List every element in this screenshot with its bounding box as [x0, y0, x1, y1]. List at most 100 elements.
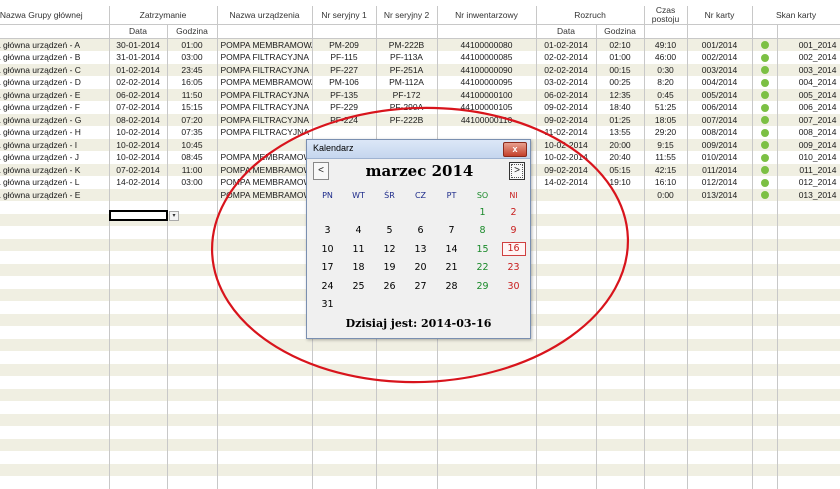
cell-scan[interactable]: 005_2014 [777, 88, 840, 101]
cell-scan[interactable] [777, 338, 840, 351]
cell-stop_time[interactable]: 03:00 [167, 176, 218, 189]
cell-start_time[interactable]: 00:15 [596, 63, 645, 76]
cell-card[interactable] [687, 288, 753, 301]
cell-start_date[interactable] [536, 376, 597, 389]
calendar-day[interactable]: 5 [374, 222, 405, 241]
cell-sn2[interactable] [376, 376, 438, 389]
cell-sn2[interactable]: PF-290A [376, 101, 438, 114]
cell-start_time[interactable] [596, 451, 645, 464]
calendar-day[interactable]: 27 [405, 277, 436, 296]
cell-card[interactable]: 010/2014 [687, 151, 753, 164]
cell-device[interactable] [217, 238, 313, 251]
cell-group[interactable]: Grupa główna urządzeń - E [0, 188, 110, 201]
col-header-stop-time[interactable]: Godzina [167, 24, 218, 39]
cell-sn1[interactable]: PM-209 [312, 38, 377, 51]
cell-start_time[interactable] [596, 351, 645, 364]
cell-device[interactable] [217, 251, 313, 264]
cell-stop_date[interactable] [109, 426, 168, 439]
cell-downtime[interactable] [644, 213, 688, 226]
cell-stop_date[interactable] [109, 438, 168, 451]
cell-start_date[interactable]: 09-02-2014 [536, 101, 597, 114]
cell-card[interactable] [687, 251, 753, 264]
calendar-day[interactable]: 7 [436, 222, 467, 241]
cell-group[interactable]: Grupa główna urządzeń - A [0, 38, 110, 51]
cell-inv[interactable]: 44100000105 [437, 101, 537, 114]
cell-start_date[interactable] [536, 276, 597, 289]
cell-device[interactable]: POMPA MEMBRAMOWA [217, 176, 313, 189]
cell-stop_time[interactable] [167, 438, 218, 451]
cell-start_time[interactable] [596, 388, 645, 401]
cell-device[interactable] [217, 401, 313, 414]
cell-group[interactable] [0, 401, 110, 414]
cell-device[interactable] [217, 413, 313, 426]
cell-inv[interactable] [437, 476, 537, 489]
cell-downtime[interactable] [644, 251, 688, 264]
cell-scan[interactable]: 012_2014 [777, 176, 840, 189]
cell-device[interactable] [217, 351, 313, 364]
cell-device[interactable] [217, 388, 313, 401]
cell-device[interactable] [217, 288, 313, 301]
cell-device[interactable] [217, 326, 313, 339]
cell-card[interactable]: 004/2014 [687, 76, 753, 89]
cell-card[interactable] [687, 201, 753, 214]
cell-stop_date[interactable] [109, 313, 168, 326]
cell-start_date[interactable]: 02-02-2014 [536, 63, 597, 76]
cell-downtime[interactable] [644, 263, 688, 276]
cell-start_date[interactable] [536, 338, 597, 351]
cell-stop_date[interactable] [109, 451, 168, 464]
cell-device[interactable]: POMPA FILTRACYJNA [217, 51, 313, 64]
cell-scan[interactable]: 004_2014 [777, 76, 840, 89]
cell-scan[interactable]: 007_2014 [777, 113, 840, 126]
cell-card[interactable] [687, 338, 753, 351]
cell-scan[interactable]: 010_2014 [777, 151, 840, 164]
cell-scan[interactable]: 003_2014 [777, 63, 840, 76]
cell-start_time[interactable]: 19:10 [596, 176, 645, 189]
cell-stop_date[interactable]: 08-02-2014 [109, 113, 168, 126]
cell-sn2[interactable]: PF-113A [376, 51, 438, 64]
cell-group[interactable]: Grupa główna urządzeń - J [0, 151, 110, 164]
cell-card[interactable]: 001/2014 [687, 38, 753, 51]
cell-start_date[interactable] [536, 213, 597, 226]
cell-inv[interactable] [437, 426, 537, 439]
cell-stop_time[interactable]: 11:00 [167, 163, 218, 176]
cell-stop_time[interactable]: 16:05 [167, 76, 218, 89]
col-header-card[interactable]: Nr karty [687, 6, 753, 25]
cell-stop_date[interactable] [109, 476, 168, 489]
cell-stop_date[interactable]: 30-01-2014 [109, 38, 168, 51]
cell-stop_time[interactable] [167, 476, 218, 489]
cell-stop_date[interactable]: 07-02-2014 [109, 101, 168, 114]
cell-stop_date[interactable]: 01-02-2014 [109, 63, 168, 76]
cell-card[interactable]: 008/2014 [687, 126, 753, 139]
cell-card[interactable] [687, 301, 753, 314]
cell-inv[interactable] [437, 463, 537, 476]
cell-start_date[interactable] [536, 326, 597, 339]
cell-sn1[interactable] [312, 476, 377, 489]
cell-stop_time[interactable] [167, 251, 218, 264]
cell-group[interactable] [0, 413, 110, 426]
cell-start_time[interactable] [596, 288, 645, 301]
cell-sn2[interactable] [376, 363, 438, 376]
cell-start_date[interactable] [536, 388, 597, 401]
cell-card[interactable] [687, 388, 753, 401]
col-header-start-time[interactable]: Godzina [596, 24, 645, 39]
cell-stop_date[interactable] [109, 463, 168, 476]
cell-sn1[interactable] [312, 363, 377, 376]
cell-card[interactable] [687, 351, 753, 364]
cell-start_time[interactable] [596, 201, 645, 214]
cell-stop_time[interactable] [167, 376, 218, 389]
cell-device[interactable]: POMPA FILTRACYJNA [217, 126, 313, 139]
cell-sn1[interactable] [312, 401, 377, 414]
cell-stop_time[interactable]: 07:35 [167, 126, 218, 139]
cell-start_time[interactable] [596, 263, 645, 276]
cell-stop_date[interactable]: 14-02-2014 [109, 176, 168, 189]
cell-sn2[interactable] [376, 438, 438, 451]
cell-downtime[interactable]: 9:15 [644, 138, 688, 151]
cell-card[interactable] [687, 263, 753, 276]
cell-start_time[interactable] [596, 326, 645, 339]
cell-sn1[interactable] [312, 126, 377, 139]
cell-group[interactable] [0, 313, 110, 326]
cell-scan[interactable] [777, 301, 840, 314]
cell-scan[interactable] [777, 451, 840, 464]
cell-start_date[interactable] [536, 463, 597, 476]
cell-start_time[interactable] [596, 276, 645, 289]
